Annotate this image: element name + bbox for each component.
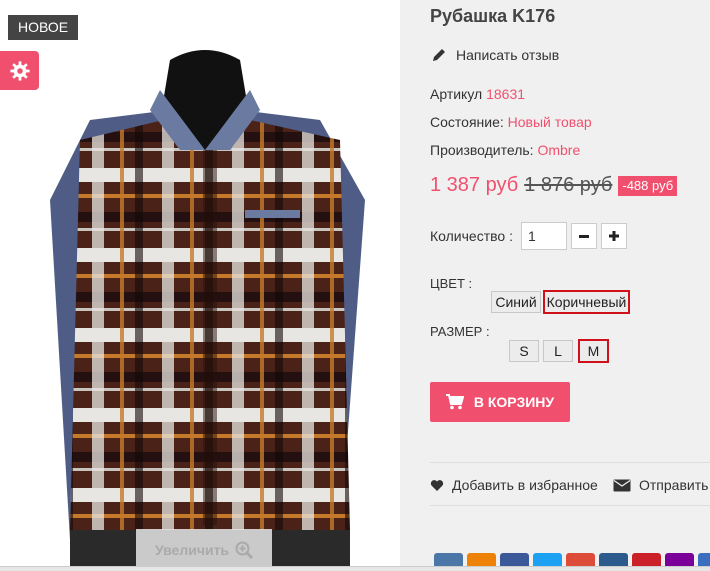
pencil-icon bbox=[433, 49, 445, 61]
manufacturer-label: Производитель: bbox=[430, 142, 534, 158]
color-option-blue[interactable]: Синий bbox=[491, 291, 541, 313]
send-to-friend-link[interactable]: Отправить bbox=[613, 477, 708, 493]
article-value: 18631 bbox=[486, 86, 526, 102]
write-review-label: Написать отзыв bbox=[456, 47, 560, 63]
envelope-icon bbox=[613, 479, 631, 491]
send-to-friend-label: Отправить bbox=[639, 477, 709, 493]
quantity-input[interactable] bbox=[520, 222, 567, 250]
divider bbox=[430, 505, 710, 506]
window-bottom-bar bbox=[0, 566, 710, 571]
article-row: Артикул 18631 bbox=[430, 86, 525, 102]
add-to-cart-button[interactable]: В КОРЗИНУ bbox=[430, 382, 570, 422]
minus-icon bbox=[578, 235, 589, 238]
heart-icon bbox=[430, 479, 444, 491]
condition-label: Состояние: bbox=[430, 114, 504, 130]
color-label: ЦВЕТ : bbox=[430, 276, 473, 291]
product-image-area: НОВОЕ Увеличить bbox=[0, 0, 400, 571]
old-price: 1 876 руб bbox=[524, 174, 613, 196]
condition-value: Новый товар bbox=[507, 114, 592, 130]
cart-icon bbox=[445, 394, 464, 410]
product-details: Рубашка K176 Написать отзыв Артикул 1863… bbox=[430, 0, 710, 571]
size-option-m[interactable]: M bbox=[578, 339, 609, 363]
manufacturer-row: Производитель: Ombre bbox=[430, 142, 580, 158]
add-to-wishlist-label: Добавить в избранное bbox=[452, 477, 598, 493]
size-label: РАЗМЕР : bbox=[430, 324, 490, 339]
quantity-increase-button[interactable] bbox=[600, 223, 627, 249]
manufacturer-link[interactable]: Ombre bbox=[537, 142, 580, 158]
divider bbox=[430, 462, 710, 463]
zoom-in-icon bbox=[235, 541, 254, 559]
plus-icon bbox=[608, 231, 619, 241]
size-option-s[interactable]: S bbox=[509, 340, 539, 362]
condition-row: Состояние: Новый товар bbox=[430, 114, 592, 130]
zoom-button[interactable]: Увеличить bbox=[136, 529, 272, 571]
article-label: Артикул bbox=[430, 86, 483, 102]
quantity-decrease-button[interactable] bbox=[570, 223, 597, 249]
write-review-link[interactable]: Написать отзыв bbox=[432, 47, 559, 63]
zoom-label: Увеличить bbox=[154, 542, 230, 558]
discount-badge: -488 руб bbox=[618, 175, 678, 196]
color-option-brown[interactable]: Коричневый bbox=[543, 290, 630, 314]
gear-icon bbox=[9, 60, 30, 81]
new-badge: НОВОЕ bbox=[8, 15, 79, 40]
add-to-wishlist-link[interactable]: Добавить в избранное bbox=[430, 477, 598, 493]
shirt-photo bbox=[10, 0, 400, 571]
quantity-label: Количество : bbox=[430, 228, 513, 244]
settings-button[interactable] bbox=[0, 51, 39, 90]
product-title: Рубашка K176 bbox=[430, 6, 556, 26]
product-photo[interactable] bbox=[10, 0, 400, 571]
current-price: 1 387 руб bbox=[430, 174, 519, 196]
size-option-l[interactable]: L bbox=[543, 340, 573, 362]
quantity-row: Количество : bbox=[430, 222, 627, 250]
add-to-cart-label: В КОРЗИНУ bbox=[473, 394, 555, 410]
price-row: 1 387 руб 1 876 руб -488 руб bbox=[430, 174, 678, 197]
